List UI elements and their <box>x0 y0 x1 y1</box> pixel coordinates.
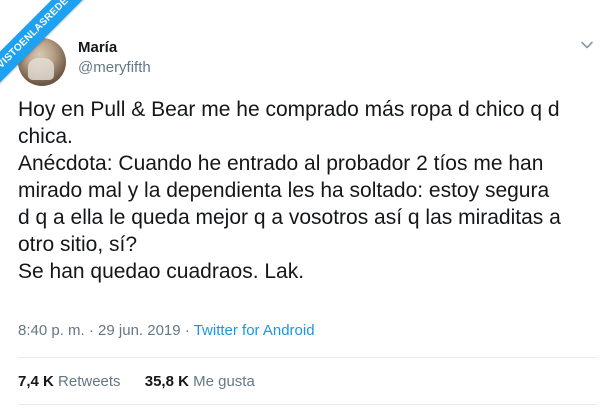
likes-count: 35,8 K <box>144 373 189 390</box>
tweet-card: VISTOENLASREDES María @meryfifth Hoy en … <box>0 0 615 415</box>
user-handle[interactable]: @meryfifth <box>78 59 151 76</box>
tweet-source-link[interactable]: Twitter for Android <box>194 322 315 339</box>
likes-label: Me gusta <box>193 373 255 390</box>
tweet-date[interactable]: 29 jun. 2019 <box>98 322 181 339</box>
likes-stat[interactable]: 35,8 K Me gusta <box>145 373 255 390</box>
retweets-label: Retweets <box>58 373 121 390</box>
user-display-name[interactable]: María <box>78 39 117 56</box>
tweet-time[interactable]: 8:40 p. m. <box>18 322 85 339</box>
divider <box>18 357 597 358</box>
divider <box>18 404 597 405</box>
tweet-meta: 8:40 p. m. · 29 jun. 2019 · Twitter for … <box>18 322 315 339</box>
retweets-stat[interactable]: 7,4 K Retweets <box>18 373 121 390</box>
chevron-down-icon[interactable] <box>580 38 594 52</box>
retweets-count: 7,4 K <box>18 373 54 390</box>
meta-separator: · <box>84 322 99 339</box>
tweet-stats: 7,4 K Retweets 35,8 K Me gusta <box>18 373 275 390</box>
meta-separator: · <box>180 322 194 339</box>
tweet-text: Hoy en Pull & Bear me he comprado más ro… <box>18 98 561 283</box>
